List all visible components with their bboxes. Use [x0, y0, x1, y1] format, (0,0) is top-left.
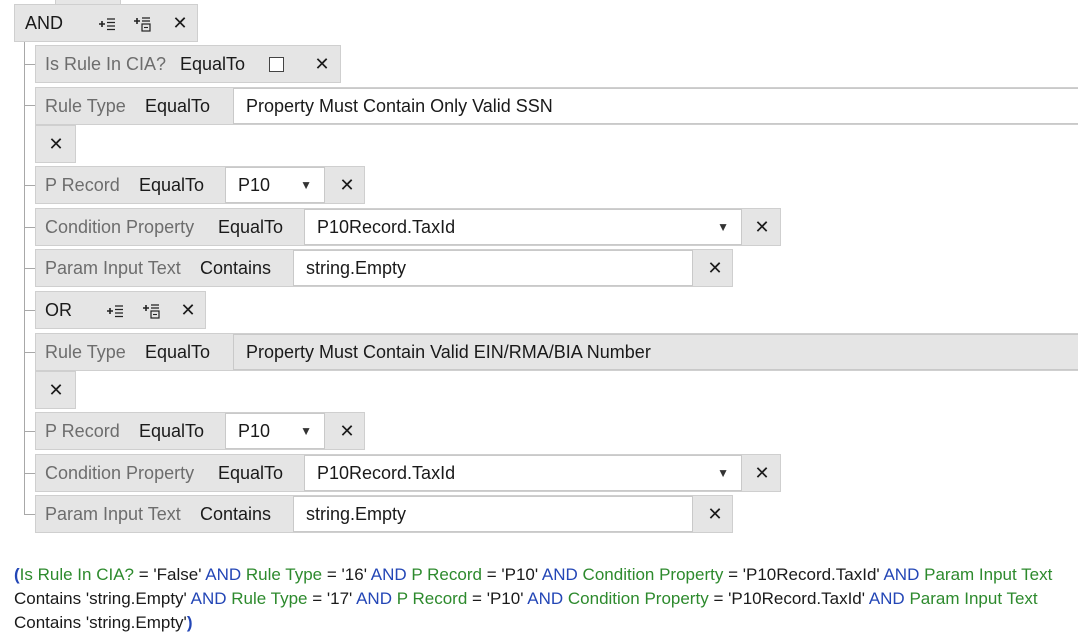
remove-condition-icon[interactable]: ✕: [44, 126, 68, 162]
remove-condition-icon[interactable]: ✕: [750, 209, 774, 245]
chevron-down-icon: ▼: [300, 178, 312, 192]
tree-line-main: [24, 40, 25, 514]
expression-summary: (Is Rule In CIA? = 'False' AND Rule Type…: [14, 565, 1053, 632]
chevron-down-icon: ▼: [717, 220, 729, 234]
condition-operator[interactable]: EqualTo: [145, 334, 210, 370]
remove-condition-icon[interactable]: ✕: [703, 250, 727, 286]
condition-operator[interactable]: Contains: [200, 250, 271, 286]
condition-label[interactable]: Param Input Text: [45, 496, 181, 532]
or-condition-row-param-input-text: Param Input Text Contains string.Empty ✕: [35, 495, 733, 533]
remove-condition-icon[interactable]: ✕: [44, 372, 68, 408]
remove-condition-icon[interactable]: ✕: [335, 167, 359, 203]
condition-operator[interactable]: EqualTo: [180, 46, 245, 82]
condition-label[interactable]: P Record: [45, 413, 120, 449]
remove-condition-icon[interactable]: ✕: [703, 496, 727, 532]
chevron-down-icon: ▼: [717, 466, 729, 480]
condition-operator[interactable]: Contains: [200, 496, 271, 532]
or-condition-row-rule-type-remove: ✕: [35, 371, 76, 409]
value-checkbox[interactable]: [269, 57, 284, 72]
or-group-header: OR ✕: [35, 291, 206, 329]
param-input-field[interactable]: string.Empty: [293, 496, 693, 532]
remove-condition-icon[interactable]: ✕: [335, 413, 359, 449]
condition-label[interactable]: Condition Property: [45, 209, 194, 245]
condition-label[interactable]: Param Input Text: [45, 250, 181, 286]
or-condition-row-condition-property: Condition Property EqualTo P10Record.Tax…: [35, 454, 781, 492]
p-record-dropdown[interactable]: P10 ▼: [225, 413, 325, 449]
condition-operator[interactable]: EqualTo: [139, 167, 204, 203]
add-group-icon[interactable]: [142, 303, 160, 319]
remove-group-icon[interactable]: ✕: [176, 292, 200, 328]
group-operator-label[interactable]: OR: [45, 292, 72, 328]
condition-label[interactable]: Rule Type: [45, 88, 126, 124]
condition-property-dropdown[interactable]: P10Record.TaxId ▼: [304, 455, 742, 491]
remove-group-icon[interactable]: ✕: [168, 5, 192, 41]
condition-row-p-record: P Record EqualTo P10 ▼ ✕: [35, 166, 365, 204]
chevron-down-icon: ▼: [300, 424, 312, 438]
condition-operator[interactable]: EqualTo: [218, 209, 283, 245]
condition-label[interactable]: P Record: [45, 167, 120, 203]
condition-operator[interactable]: EqualTo: [218, 455, 283, 491]
condition-row-rule-type-remove: ✕: [35, 125, 76, 163]
condition-row-rule-type: Rule Type EqualTo Property Must Contain …: [35, 87, 1078, 125]
or-condition-row-rule-type: Rule Type EqualTo Property Must Contain …: [35, 333, 1078, 371]
remove-condition-icon[interactable]: ✕: [310, 46, 334, 82]
condition-label[interactable]: Rule Type: [45, 334, 126, 370]
rule-type-value[interactable]: Property Must Contain Valid EIN/RMA/BIA …: [233, 334, 1078, 370]
condition-label[interactable]: Is Rule In CIA?: [45, 46, 166, 82]
p-record-dropdown[interactable]: P10 ▼: [225, 167, 325, 203]
and-group-header: AND ✕: [14, 4, 198, 42]
condition-label[interactable]: Condition Property: [45, 455, 194, 491]
param-input-field[interactable]: string.Empty: [293, 250, 693, 286]
group-operator-label[interactable]: AND: [25, 5, 63, 41]
remove-condition-icon[interactable]: ✕: [750, 455, 774, 491]
add-condition-icon[interactable]: [98, 16, 116, 32]
condition-operator[interactable]: EqualTo: [139, 413, 204, 449]
add-group-icon[interactable]: [133, 16, 151, 32]
condition-row-is-rule-in-cia: Is Rule In CIA? EqualTo ✕: [35, 45, 341, 83]
or-condition-row-p-record: P Record EqualTo P10 ▼ ✕: [35, 412, 365, 450]
condition-row-param-input-text: Param Input Text Contains string.Empty ✕: [35, 249, 733, 287]
condition-row-condition-property: Condition Property EqualTo P10Record.Tax…: [35, 208, 781, 246]
rule-type-value[interactable]: Property Must Contain Only Valid SSN: [233, 88, 1078, 124]
condition-operator[interactable]: EqualTo: [145, 88, 210, 124]
condition-property-dropdown[interactable]: P10Record.TaxId ▼: [304, 209, 742, 245]
add-condition-icon[interactable]: [106, 303, 124, 319]
